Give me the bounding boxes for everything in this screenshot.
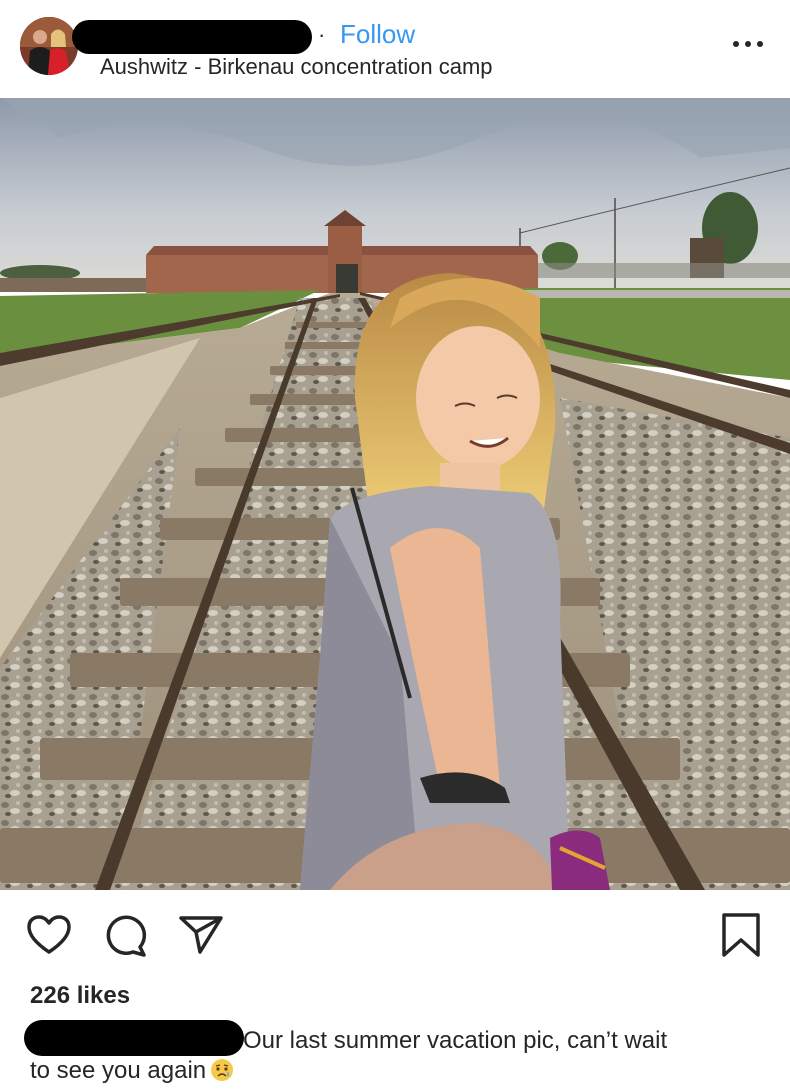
post-photo[interactable] (0, 98, 790, 890)
more-dots-icon[interactable] (730, 33, 766, 53)
action-bar (0, 900, 790, 970)
follow-button[interactable]: Follow (340, 19, 415, 50)
caption-username-redaction (24, 1020, 244, 1056)
disappointed-relieved-face-icon (211, 1059, 234, 1081)
location-link[interactable]: Aushwitz - Birkenau concentration camp (100, 54, 493, 80)
post-header: · Follow Aushwitz - Birkenau concentrati… (0, 0, 790, 98)
username-redaction (72, 20, 312, 54)
heart-outline-icon[interactable] (26, 914, 72, 956)
caption-line-2-text: to see you again (30, 1057, 207, 1084)
bookmark-icon[interactable] (720, 912, 762, 958)
paper-plane-icon[interactable] (178, 914, 224, 956)
separator-dot: · (318, 22, 326, 47)
comment-icon[interactable] (103, 914, 147, 958)
caption-line-1: Our last summer vacation pic, can’t wait (243, 1027, 668, 1054)
caption-line-2: to see you again (30, 1056, 234, 1086)
avatar[interactable] (20, 17, 78, 75)
likes-count[interactable]: 226 likes (30, 982, 130, 1010)
